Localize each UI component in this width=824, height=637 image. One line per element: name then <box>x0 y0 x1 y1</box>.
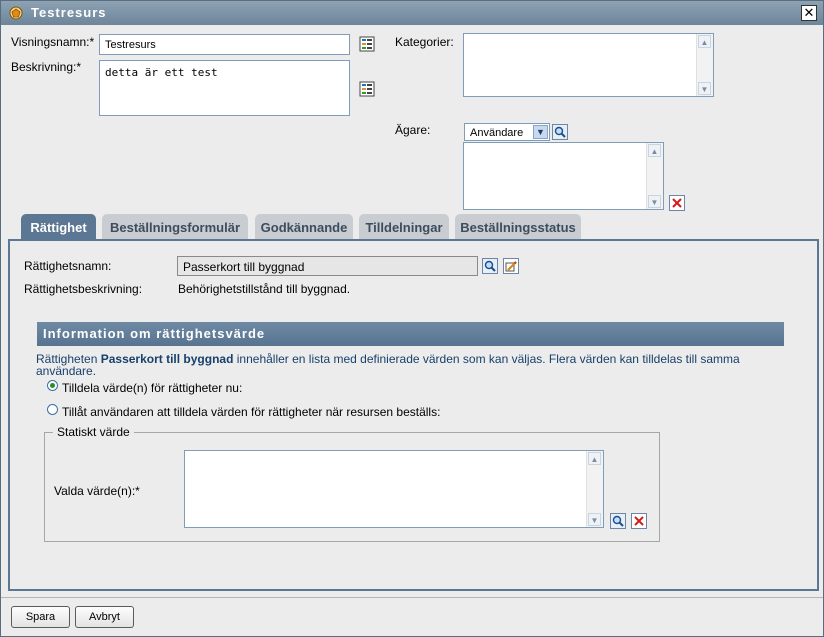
description-value: detta är ett test <box>105 66 218 79</box>
tab-rattighet[interactable]: Rättighet <box>21 214 96 240</box>
radio-allow-user-label: Tillåt användaren att tilldela värden fö… <box>62 405 441 419</box>
cancel-button[interactable]: Avbryt <box>75 606 134 628</box>
section-info-text: Rättigheten Passerkort till byggnad inne… <box>36 352 796 366</box>
search-icon[interactable] <box>552 124 568 140</box>
entitlement-name-field: Passerkort till byggnad <box>177 256 478 276</box>
section-header: Information om rättighetsvärde <box>37 322 784 346</box>
categories-label: Kategorier: <box>395 35 454 49</box>
display-name-label: Visningsnamn:* <box>11 35 95 49</box>
info-line-2: användare. <box>36 364 97 378</box>
owner-scrollbar[interactable]: ▲ ▼ <box>646 143 663 209</box>
entitlement-description-label: Rättighetsbeskrivning: <box>24 282 143 296</box>
entitlement-description-value: Behörighetstillstånd till byggnad. <box>178 282 351 296</box>
categories-list[interactable]: ▲ ▼ <box>463 33 714 97</box>
values-delete-icon[interactable] <box>631 513 647 529</box>
radio-allow-user[interactable] <box>47 404 58 415</box>
tab-bestallningsformular[interactable]: Beställningsformulär <box>102 214 248 240</box>
localize-description-icon[interactable] <box>359 81 375 97</box>
selected-values-scrollbar[interactable]: ▲ ▼ <box>586 451 603 527</box>
static-value-legend: Statiskt värde <box>53 425 134 439</box>
owner-type-value: Användare <box>470 127 524 139</box>
window-title: Testresurs <box>31 5 107 20</box>
owner-list[interactable]: ▲ ▼ <box>463 142 664 210</box>
tab-tilldelningar[interactable]: Tilldelningar <box>359 214 449 240</box>
resource-icon <box>9 6 23 20</box>
close-button[interactable]: ✕ <box>801 5 817 21</box>
description-label: Beskrivning:* <box>11 60 82 74</box>
localize-icon[interactable] <box>359 36 375 52</box>
tab-godkannande[interactable]: Godkännande <box>255 214 353 240</box>
tab-bestallningsstatus[interactable]: Beställningsstatus <box>455 214 581 240</box>
entitlement-name-value: Passerkort till byggnad <box>183 260 305 274</box>
selected-values-list[interactable]: ▲ ▼ <box>184 450 604 528</box>
save-button[interactable]: Spara <box>11 606 70 628</box>
display-name-input[interactable]: Testresurs <box>99 34 350 55</box>
owner-label: Ägare: <box>395 123 431 137</box>
edit-icon[interactable] <box>503 258 519 274</box>
categories-scrollbar[interactable]: ▲ ▼ <box>696 34 713 96</box>
footer-divider <box>1 597 823 598</box>
info-entitlement-name: Passerkort till byggnad <box>100 352 234 366</box>
delete-icon[interactable] <box>669 195 685 211</box>
owner-type-select[interactable]: Användare ▼ <box>464 123 550 141</box>
chevron-down-icon[interactable]: ▼ <box>533 125 548 139</box>
entitlement-search-icon[interactable] <box>482 258 498 274</box>
display-name-value: Testresurs <box>105 39 156 51</box>
info-rest: innehåller en lista med definierade värd… <box>233 352 740 366</box>
selected-values-label: Valda värde(n):* <box>54 484 140 498</box>
entitlement-name-label: Rättighetsnamn: <box>24 259 112 273</box>
section-title: Information om rättighetsvärde <box>43 326 266 341</box>
dialog-window: Testresurs ✕ Visningsnamn:* Testresurs B… <box>0 0 824 637</box>
description-textarea[interactable]: detta är ett test <box>99 60 350 116</box>
radio-assign-now[interactable] <box>47 380 58 391</box>
radio-assign-now-label: Tilldela värde(n) för rättigheter nu: <box>62 381 243 395</box>
title-bar: Testresurs ✕ <box>1 1 823 25</box>
values-search-icon[interactable] <box>610 513 626 529</box>
